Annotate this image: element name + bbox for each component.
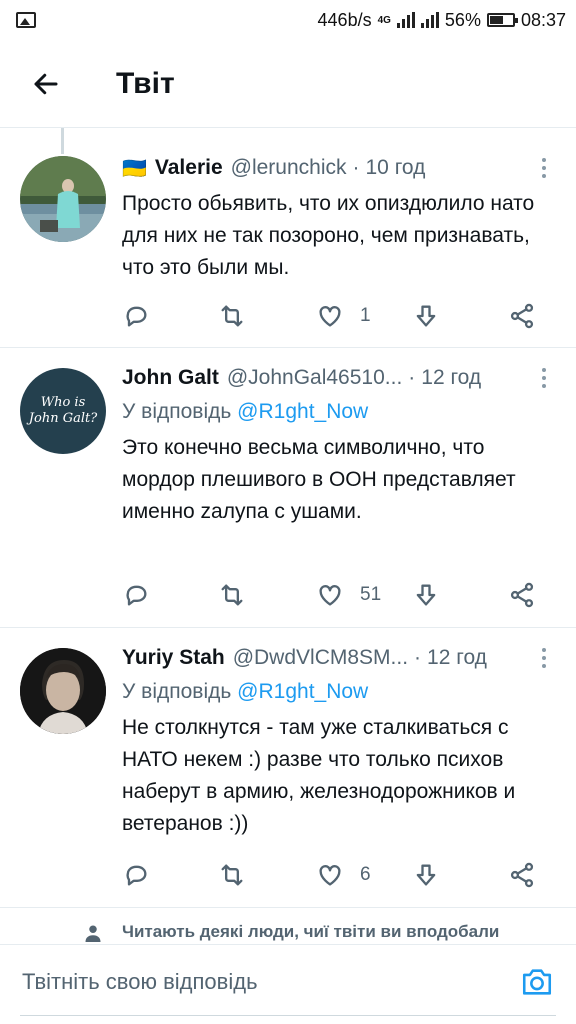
retweet-button[interactable] [218,855,246,895]
clock: 08:37 [520,9,566,30]
reply-icon [126,306,147,327]
author-name[interactable]: Yuriy Stah [122,646,225,670]
avatar[interactable]: Who is John Galt? [20,368,106,454]
page-title: Твіт [116,66,175,100]
camera-button[interactable] [520,965,554,1004]
reply-composer: Твітніть свою відповідь [0,944,576,1024]
share-icon [510,582,534,608]
author-handle[interactable]: @DwdVlCM8SM... [233,646,408,670]
separator: · [414,646,422,669]
retweet-icon [221,864,243,886]
separator: · [352,156,360,179]
download-button[interactable] [412,296,440,336]
network-type: 4G [377,14,391,26]
retweet-button[interactable] [218,575,246,615]
author-handle[interactable]: @lerunchick [231,156,347,180]
tweet[interactable]: 🇺🇦 Valerie @lerunchick · 10 год Просто о… [0,128,576,348]
tweet-actions: 1 [122,296,556,336]
more-options-icon[interactable] [542,648,548,668]
camera-icon [522,969,552,995]
download-icon [416,864,436,886]
avatar[interactable] [20,648,106,734]
reply-mention[interactable]: @R1ght_Now [237,680,368,703]
retweet-button[interactable] [218,296,246,336]
signal-icon [396,12,415,28]
tweet-time[interactable]: 10 год [366,156,426,180]
notice-text: Читають деякі люди, чиї твіти ви вподоба… [122,922,500,941]
tweet-text: Это конечно весьма символично, что мордо… [122,436,516,523]
tweet[interactable]: Yuriy Stah @DwdVlCM8SM... · 12 год У від… [0,628,576,908]
like-count: 51 [360,584,382,605]
avatar-text-line-1: Who is [40,395,86,410]
separator: · [408,366,416,389]
heart-icon [319,306,341,327]
avatar[interactable] [20,156,106,242]
author-name[interactable]: Valerie [155,156,223,180]
top-app-bar: Твіт [0,40,576,128]
social-context-notice: Читають деякі люди, чиї твіти ви вподоба… [0,920,576,944]
reply-mention[interactable]: @R1ght_Now [237,400,368,423]
download-button[interactable] [412,575,440,615]
reply-prefix: У відповідь [122,680,232,703]
tweet-text: Просто обьявить, что их опиздюлило нато … [122,192,535,279]
heart-icon [319,585,341,606]
tweet-text: Не столкнутся - там уже сталкиваться с Н… [122,716,516,835]
share-icon [510,862,534,888]
arrow-left-icon [34,73,58,94]
author-handle[interactable]: @JohnGal46510... [227,366,402,390]
reply-prefix: У відповідь [122,400,232,423]
like-button[interactable]: 1 [316,296,371,336]
reply-icon [126,865,147,886]
more-options-icon[interactable] [542,158,548,178]
heart-icon [319,865,341,886]
share-button[interactable] [508,575,536,615]
author-name[interactable]: John Galt [122,366,219,390]
network-speed: 446b/s [317,9,372,30]
battery-percent: 56% [444,9,481,30]
status-bar: 446b/s 4G 56% 08:37 [0,0,576,40]
download-icon [416,584,436,606]
country-flag: 🇺🇦 [122,157,147,180]
like-button[interactable]: 6 [316,855,371,895]
input-underline [20,1015,556,1016]
share-icon [510,303,534,329]
back-button[interactable] [16,54,76,114]
tweet[interactable]: Who is John Galt? John Galt @JohnGal4651… [0,348,576,628]
person-icon [85,925,101,942]
reply-button[interactable] [122,296,150,336]
avatar-text-line-2: John Galt? [28,411,98,426]
tweet-time[interactable]: 12 год [421,366,481,390]
more-options-icon[interactable] [542,368,548,388]
tweet-actions: 6 [122,855,556,895]
reply-button[interactable] [122,855,150,895]
share-button[interactable] [508,855,536,895]
like-count: 6 [360,864,371,885]
like-button[interactable]: 51 [316,575,381,615]
reply-input[interactable]: Твітніть свою відповідь [22,969,258,995]
reply-context: У відповідь @R1ght_Now [122,396,558,428]
gallery-icon [16,12,36,28]
retweet-icon [221,584,243,606]
share-button[interactable] [508,296,536,336]
reply-icon [126,585,147,606]
reply-button[interactable] [122,575,150,615]
like-count: 1 [360,305,371,326]
download-button[interactable] [412,855,440,895]
signal-icon-2 [420,12,439,28]
retweet-icon [221,305,243,327]
download-icon [416,305,436,327]
reply-context: У відповідь @R1ght_Now [122,676,558,708]
tweet-actions: 51 [122,575,556,615]
battery-icon [486,13,518,27]
tweet-time[interactable]: 12 год [427,646,487,670]
